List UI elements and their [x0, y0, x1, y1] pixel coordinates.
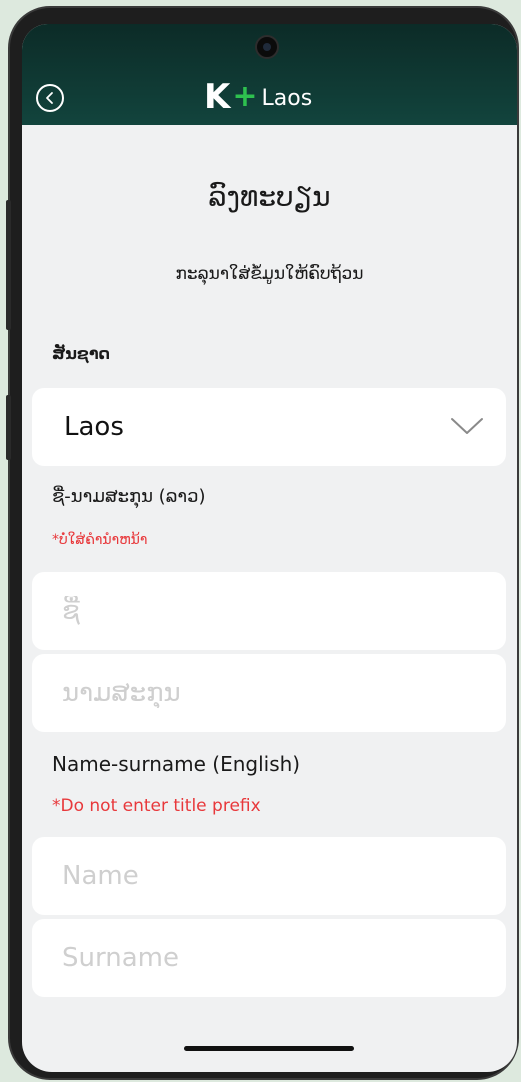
- lao-name-warning: *ບໍ່ໃສ່ຄຳນຳຫນ້າ: [52, 532, 148, 548]
- brand-logo: K + Laos: [204, 77, 313, 117]
- app-header: K + Laos: [22, 24, 517, 125]
- page-subtitle: ກະລຸນາໃສ່ຂໍ້ມູນໃຫ້ຄົບຖ້ວນ: [175, 264, 364, 284]
- back-arrow-icon: [46, 92, 53, 104]
- logo-k: K: [204, 77, 231, 117]
- nationality-select[interactable]: Laos: [32, 388, 506, 466]
- chevron-down-icon: [451, 418, 483, 434]
- lao-last-name-input[interactable]: [62, 654, 482, 732]
- logo-text: Laos: [261, 86, 313, 111]
- lao-first-name-field[interactable]: [32, 572, 506, 650]
- english-last-name-field[interactable]: [32, 919, 506, 997]
- lao-last-name-field[interactable]: [32, 654, 506, 732]
- page-title: ລົງທະບຽນ: [208, 180, 331, 213]
- nationality-label: ສັນຊາດ: [52, 344, 110, 363]
- side-button-volume: [6, 200, 11, 330]
- lao-first-name-input[interactable]: [62, 572, 482, 650]
- english-first-name-field[interactable]: [32, 837, 506, 915]
- lao-name-label: ຊື່-ນາມສະກຸນ (ລາວ): [52, 486, 206, 507]
- back-button[interactable]: [36, 84, 64, 112]
- english-last-name-input[interactable]: [62, 919, 482, 997]
- camera-icon: [255, 35, 279, 59]
- english-name-warning: *Do not enter title prefix: [52, 796, 261, 816]
- screen: K + Laos ລົງທະບຽນ ກະລຸນາໃສ່ຂໍ້ມູນໃຫ້ຄົບຖ…: [22, 24, 517, 1072]
- logo-plus: +: [232, 79, 258, 114]
- nationality-value: Laos: [64, 412, 124, 442]
- home-indicator[interactable]: [184, 1046, 354, 1051]
- english-first-name-input[interactable]: [62, 837, 482, 915]
- side-button-power: [6, 395, 11, 460]
- english-name-label: Name-surname (English): [52, 752, 301, 776]
